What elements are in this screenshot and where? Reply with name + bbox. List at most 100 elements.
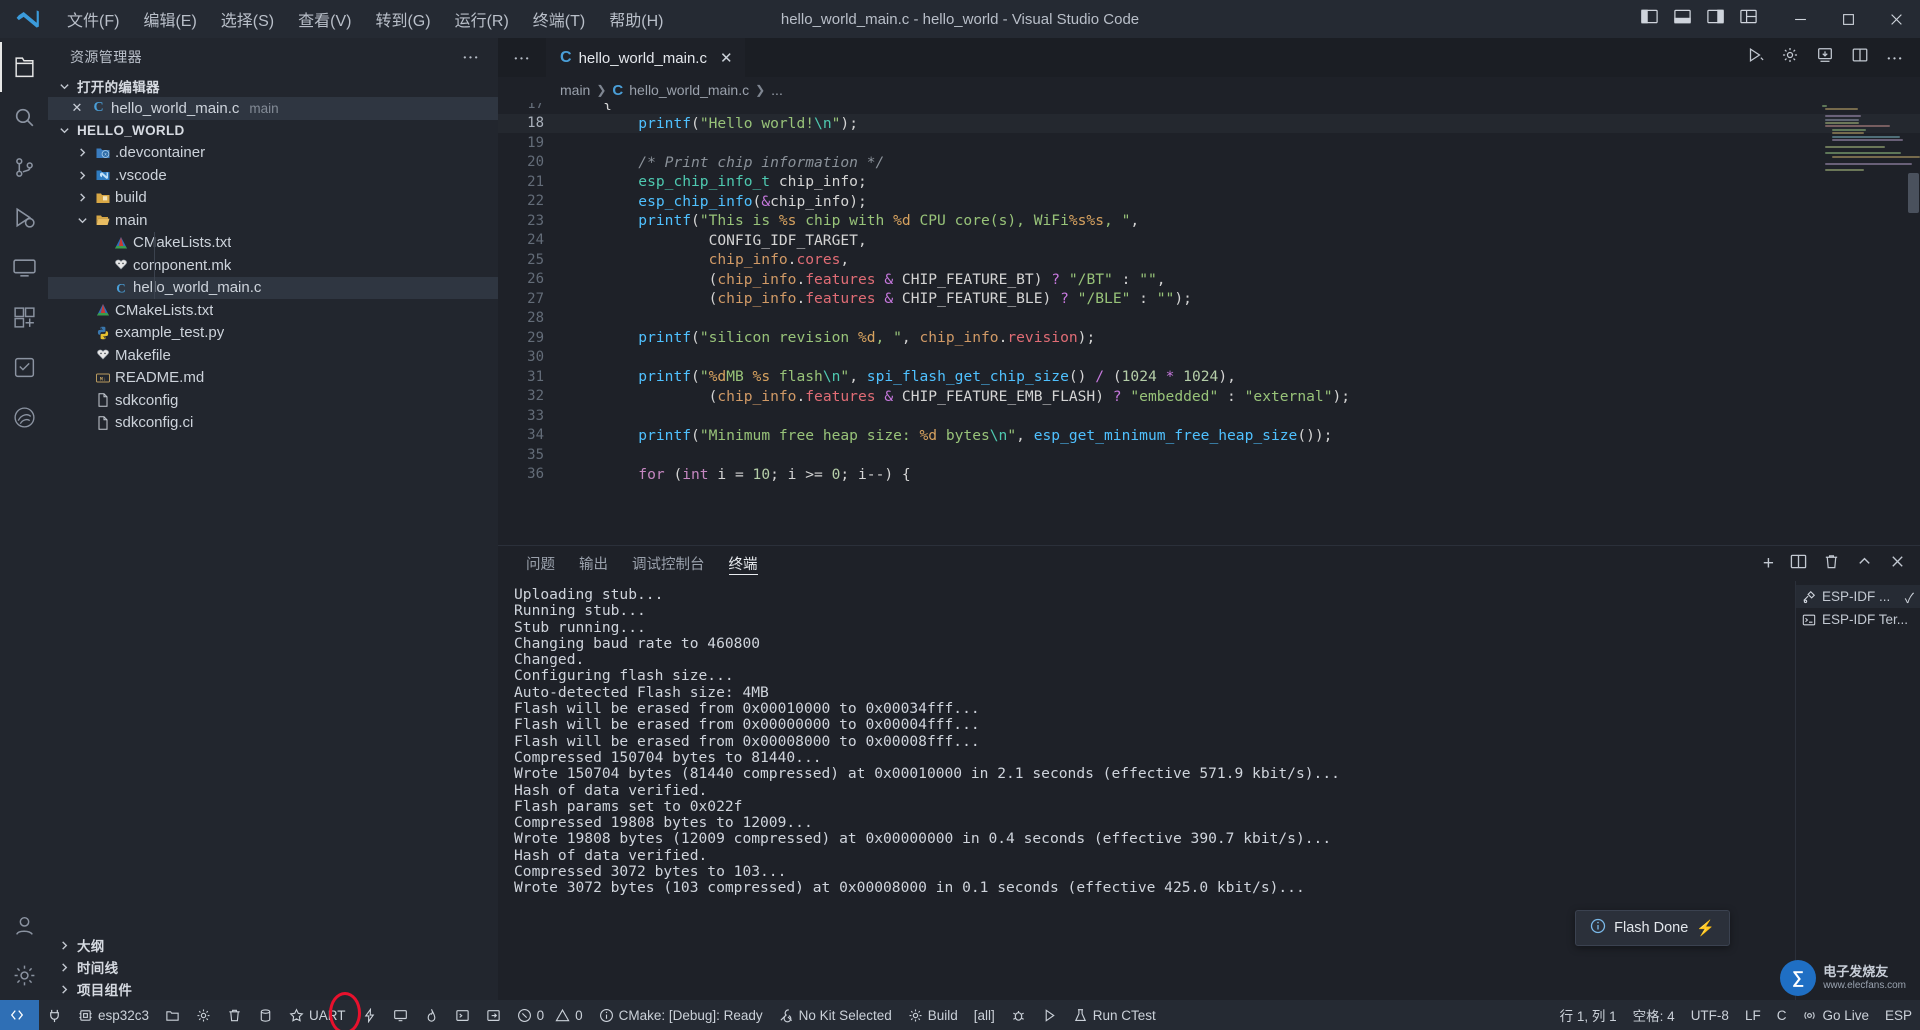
status-fullclean-trash-icon[interactable] bbox=[219, 1000, 250, 1030]
tab-hello-world-main-c[interactable]: C hello_world_main.c ✕ bbox=[546, 38, 745, 77]
status-cursor-position[interactable]: 行 1, 列 1 bbox=[1552, 1000, 1625, 1030]
tree-folder[interactable]: .vscode bbox=[48, 164, 498, 187]
tab-problems[interactable]: 问题 bbox=[514, 546, 567, 581]
notification-toast[interactable]: Flash Done ⚡ bbox=[1575, 910, 1730, 946]
split-editor-icon[interactable] bbox=[1851, 46, 1869, 69]
code-line[interactable]: 27 (chip_info.features & CHIP_FEATURE_BL… bbox=[498, 289, 1920, 309]
breadcrumb-file[interactable]: hello_world_main.c bbox=[629, 82, 749, 98]
code-line[interactable]: 19 bbox=[498, 133, 1920, 153]
status-build[interactable]: Build bbox=[900, 1000, 966, 1030]
code-lines[interactable]: 17 {18 printf("Hello world!\n"); 19 20 /* … bbox=[498, 103, 1920, 484]
menu-selection[interactable]: 选择(S) bbox=[210, 3, 285, 35]
settings-gear-icon[interactable] bbox=[0, 950, 48, 1000]
sidebar-item-source-control[interactable] bbox=[0, 142, 48, 192]
maximize-panel-icon[interactable] bbox=[1856, 553, 1873, 575]
breadcrumb-symbol[interactable]: ... bbox=[771, 82, 783, 98]
close-panel-icon[interactable] bbox=[1889, 553, 1906, 575]
section-outline[interactable]: 大纲 bbox=[48, 934, 498, 956]
code-line[interactable]: 28 bbox=[498, 309, 1920, 329]
scrollbar-thumb[interactable] bbox=[1908, 173, 1919, 213]
tab-terminal[interactable]: 终端 bbox=[717, 546, 770, 581]
breadcrumb-folder[interactable]: main bbox=[560, 82, 590, 98]
customize-layout-icon[interactable] bbox=[1739, 7, 1758, 31]
status-menuconfig-gear-icon[interactable] bbox=[188, 1000, 219, 1030]
code-line[interactable]: 34 printf("Minimum free heap size: %d by… bbox=[498, 426, 1920, 446]
code-line[interactable]: 22 esp_chip_info(&chip_info); bbox=[498, 192, 1920, 212]
run-and-debug-icon[interactable] bbox=[1746, 46, 1764, 69]
menu-run[interactable]: 运行(R) bbox=[444, 3, 520, 35]
tree-folder[interactable]: build bbox=[48, 187, 498, 210]
menu-go[interactable]: 转到(G) bbox=[364, 3, 441, 35]
tab-debug-console[interactable]: 调试控制台 bbox=[620, 546, 717, 581]
sidebar-item-testing[interactable] bbox=[0, 342, 48, 392]
code-line[interactable]: 31 printf("%dMB %s flash\n", spi_flash_g… bbox=[498, 367, 1920, 387]
terminal-list-item-espidf-term[interactable]: ESP-IDF Ter... bbox=[1796, 608, 1920, 631]
code-line[interactable]: 36 for (int i = 10; i >= 0; i--) { bbox=[498, 465, 1920, 485]
tabs-more-icon[interactable]: ⋯ bbox=[498, 38, 546, 77]
code-line[interactable]: 21 esp_chip_info_t chip_info; bbox=[498, 172, 1920, 192]
code-line[interactable]: 17 { bbox=[498, 103, 1920, 114]
menu-bar[interactable]: 文件(F) 编辑(E) 选择(S) 查看(V) 转到(G) 运行(R) 终端(T… bbox=[56, 3, 674, 35]
status-debug-icon[interactable] bbox=[1003, 1000, 1034, 1030]
code-line[interactable]: 24 CONFIG_IDF_TARGET, bbox=[498, 231, 1920, 251]
explorer-more-actions-icon[interactable]: ⋯ bbox=[456, 44, 486, 69]
section-timeline[interactable]: 时间线 bbox=[48, 956, 498, 978]
editor-more-actions-icon[interactable]: ⋯ bbox=[1886, 45, 1904, 70]
tree-folder[interactable]: x .devcontainer bbox=[48, 142, 498, 165]
close-button[interactable] bbox=[1872, 0, 1920, 38]
menu-file[interactable]: 文件(F) bbox=[56, 3, 130, 35]
trash-terminal-icon[interactable] bbox=[1823, 553, 1840, 575]
status-cmake[interactable]: CMake: [Debug]: Ready bbox=[591, 1000, 771, 1030]
status-go-live[interactable]: Go Live bbox=[1794, 1000, 1877, 1030]
sidebar-item-explorer[interactable] bbox=[0, 42, 48, 92]
status-uart-monitor[interactable]: UART bbox=[281, 1000, 354, 1030]
maximize-button[interactable] bbox=[1824, 0, 1872, 38]
status-run-ctest[interactable]: Run CTest bbox=[1065, 1000, 1164, 1030]
new-terminal-icon[interactable]: + bbox=[1763, 554, 1774, 573]
remote-indicator[interactable] bbox=[0, 1000, 39, 1030]
tree-folder[interactable]: main bbox=[48, 209, 498, 232]
toggle-secondary-sidebar-icon[interactable] bbox=[1706, 7, 1725, 31]
status-language-mode[interactable]: C bbox=[1769, 1000, 1795, 1030]
close-icon[interactable]: ✕ bbox=[720, 51, 733, 66]
section-open-editors[interactable]: 打开的编辑器 bbox=[48, 75, 498, 97]
status-launch-icon[interactable] bbox=[1034, 1000, 1065, 1030]
status-export-icon[interactable] bbox=[478, 1000, 509, 1030]
tab-output[interactable]: 输出 bbox=[567, 546, 620, 581]
status-problems[interactable]: 0 0 bbox=[509, 1000, 591, 1030]
menu-view[interactable]: 查看(V) bbox=[287, 3, 362, 35]
code-line[interactable]: 29 printf("silicon revision %d, ", chip_… bbox=[498, 328, 1920, 348]
tree-file[interactable]: CMakeLists.txt bbox=[48, 231, 498, 254]
tree-file[interactable]: sdkconfig.ci bbox=[48, 412, 498, 435]
tree-file[interactable]: sdkconfig bbox=[48, 389, 498, 412]
status-target-chip[interactable]: esp32c3 bbox=[70, 1000, 157, 1030]
status-flash-icon[interactable] bbox=[354, 1000, 385, 1030]
toggle-panel-icon[interactable] bbox=[1673, 7, 1692, 31]
tree-file[interactable]: CMakeLists.txt bbox=[48, 299, 498, 322]
flash-device-icon[interactable] bbox=[1816, 46, 1834, 69]
editor-scrollbar[interactable] bbox=[1906, 103, 1920, 545]
status-eol[interactable]: LF bbox=[1737, 1000, 1769, 1030]
split-terminal-icon[interactable] bbox=[1790, 553, 1807, 575]
terminal-list-item-espidf[interactable]: ESP-IDF ... ✓ bbox=[1796, 585, 1920, 608]
minimize-button[interactable] bbox=[1776, 0, 1824, 38]
sidebar-item-run-debug[interactable] bbox=[0, 192, 48, 242]
code-line[interactable]: 32 (chip_info.features & CHIP_FEATURE_EM… bbox=[498, 387, 1920, 407]
minimap[interactable] bbox=[1818, 105, 1920, 197]
code-line[interactable]: 30 bbox=[498, 348, 1920, 368]
status-espidf[interactable]: ESP bbox=[1877, 1000, 1920, 1030]
status-build-target[interactable]: [all] bbox=[966, 1000, 1003, 1030]
code-line[interactable]: 33 bbox=[498, 406, 1920, 426]
tree-file[interactable]: Chello_world_main.c bbox=[48, 276, 498, 299]
sidebar-item-espressif[interactable] bbox=[0, 392, 48, 442]
status-monitor-icon[interactable] bbox=[385, 1000, 416, 1030]
accounts-icon[interactable] bbox=[0, 900, 48, 950]
breadcrumb[interactable]: main ❯ C hello_world_main.c ❯ ... bbox=[498, 77, 1920, 103]
section-project-root[interactable]: HELLO_WORLD bbox=[48, 120, 498, 142]
code-editor[interactable]: 17 {18 printf("Hello world!\n"); 19 20 /* … bbox=[498, 103, 1920, 545]
tree-file[interactable]: M↓ README.md bbox=[48, 367, 498, 390]
tree-file[interactable]: Makefile bbox=[48, 344, 498, 367]
code-line[interactable]: 20 /* Print chip information */ bbox=[498, 153, 1920, 173]
open-editor-item[interactable]: ✕ C hello_world_main.c main bbox=[48, 97, 498, 120]
status-indentation[interactable]: 空格: 4 bbox=[1625, 1000, 1683, 1030]
